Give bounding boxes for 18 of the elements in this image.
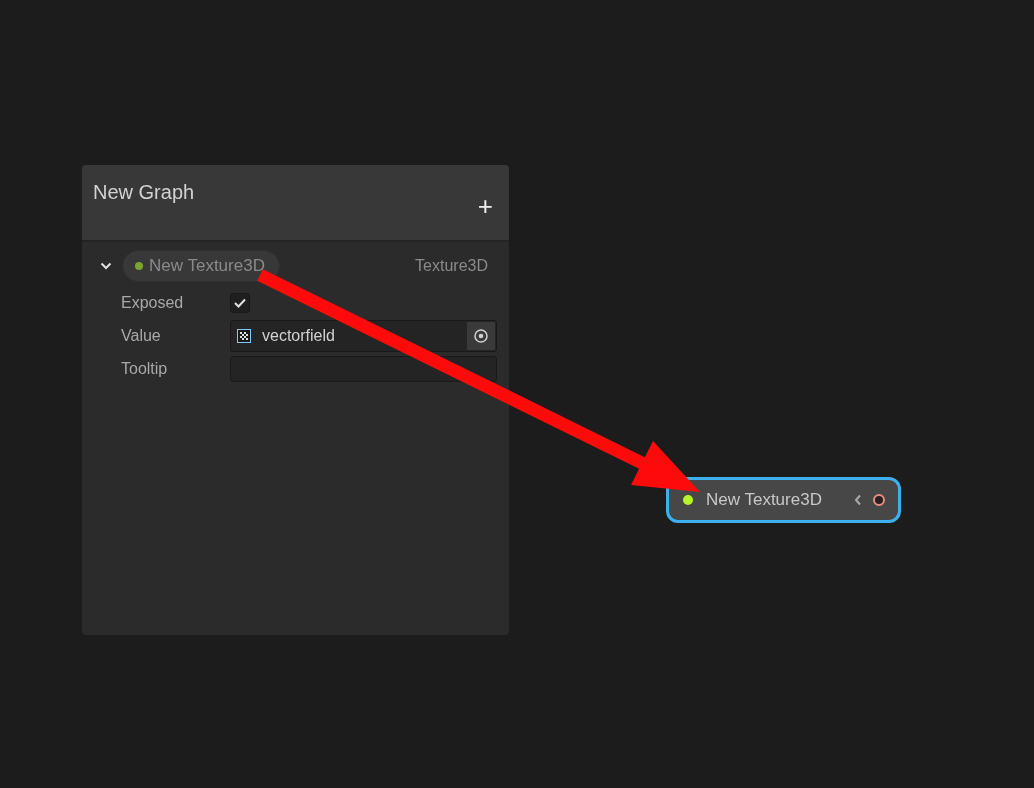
property-name: New Texture3D xyxy=(149,255,265,278)
field-label: Exposed xyxy=(121,292,185,313)
port-icon[interactable] xyxy=(872,493,886,507)
field-label: Tooltip xyxy=(121,358,169,379)
texture-icon xyxy=(237,328,251,343)
add-button[interactable]: + xyxy=(477,193,493,219)
graph-title: New Graph xyxy=(93,180,195,205)
target-icon xyxy=(474,328,488,343)
property-type: Texture3D xyxy=(415,256,488,276)
chevron-left-icon xyxy=(854,494,862,506)
field-value: vectorfield xyxy=(262,325,336,346)
checkbox[interactable] xyxy=(230,292,250,313)
node-label: New Texture3D xyxy=(706,489,822,512)
checkmark-icon xyxy=(234,297,246,308)
object-picker-button[interactable] xyxy=(467,321,495,350)
property-node[interactable]: New Texture3D xyxy=(666,477,901,523)
chevron-icon[interactable] xyxy=(100,262,112,270)
field-label: Value xyxy=(121,325,162,346)
